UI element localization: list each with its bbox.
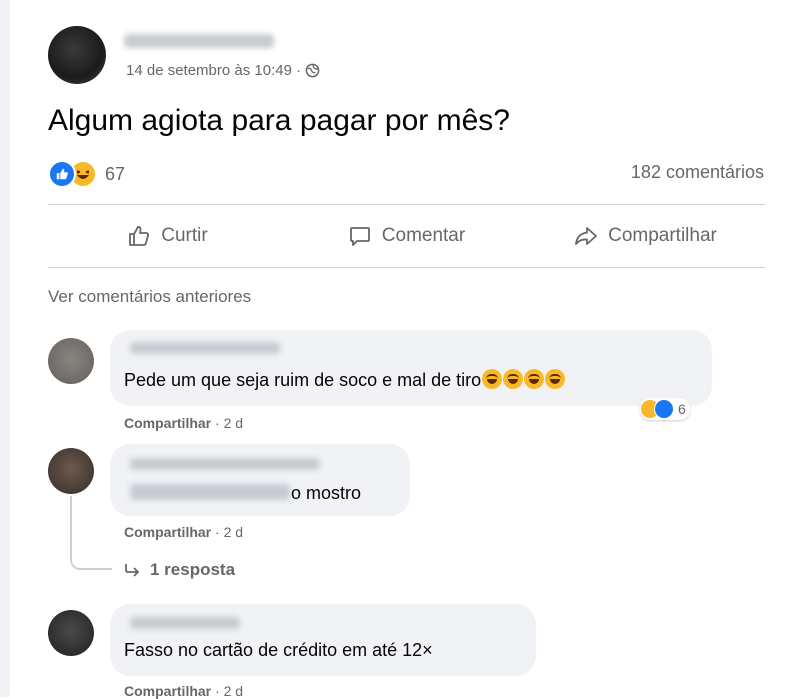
commenter-name-blurred[interactable] bbox=[130, 458, 320, 470]
comments-count-link[interactable]: 182 comentários bbox=[631, 162, 764, 183]
page-background bbox=[0, 0, 10, 697]
share-icon bbox=[575, 227, 598, 245]
post-card: 14 de setembro às 10:49 · Algum agiota p… bbox=[10, 0, 790, 699]
thumbs-up-icon bbox=[129, 226, 150, 246]
comment-meta: Compartilhar · 2 d bbox=[124, 524, 243, 540]
comment-text: Fasso no cartão de crédito em até 12× bbox=[124, 640, 433, 660]
comment-text: o mostro bbox=[291, 483, 362, 503]
commenter-avatar[interactable] bbox=[48, 448, 94, 494]
author-avatar[interactable] bbox=[48, 26, 106, 84]
commenter-avatar[interactable] bbox=[48, 338, 94, 384]
commenter-avatar[interactable] bbox=[48, 610, 94, 656]
view-replies-link[interactable]: 1 resposta bbox=[124, 560, 235, 580]
comment-share-link[interactable]: Compartilhar bbox=[124, 524, 211, 540]
share-button[interactable]: Compartilhar bbox=[526, 206, 765, 266]
comment-age: · 2 d bbox=[215, 524, 244, 540]
reply-thread-line bbox=[70, 496, 112, 570]
share-label: Compartilhar bbox=[608, 225, 717, 246]
comment-reactions[interactable]: 6 bbox=[640, 398, 690, 420]
comment-reaction-count: 6 bbox=[678, 401, 686, 417]
comment-age: · 2 d bbox=[215, 415, 244, 431]
comment-icon bbox=[349, 227, 370, 246]
like-reaction-icon bbox=[48, 160, 76, 188]
comment-label: Comentar bbox=[381, 225, 466, 246]
commenter-name-blurred[interactable] bbox=[130, 342, 280, 354]
comment-text: Pede um que seja ruim de soco e mal de t… bbox=[124, 369, 566, 391]
reply-arrow-icon bbox=[125, 564, 140, 577]
post-timestamp[interactable]: 14 de setembro às 10:49 · bbox=[126, 62, 301, 79]
divider bbox=[48, 267, 765, 268]
author-name-blurred[interactable] bbox=[124, 34, 274, 48]
like-label: Curtir bbox=[161, 225, 208, 246]
post-text: Algum agiota para pagar por mês? bbox=[48, 104, 510, 137]
comment-text-blurred bbox=[130, 484, 290, 500]
comment-bubble bbox=[110, 444, 410, 516]
reaction-count: 67 bbox=[105, 163, 126, 184]
post-actions: Curtir Comentar Compartilhar bbox=[48, 206, 765, 266]
globe-icon bbox=[305, 63, 320, 78]
divider bbox=[48, 204, 765, 205]
comment-meta: Compartilhar · 2 d bbox=[124, 415, 243, 431]
like-reaction-icon bbox=[654, 399, 674, 419]
comment-text-content: Pede um que seja ruim de soco e mal de t… bbox=[124, 370, 482, 390]
like-button[interactable]: Curtir bbox=[48, 206, 287, 266]
commenter-name-blurred[interactable] bbox=[130, 617, 240, 629]
comment-button[interactable]: Comentar bbox=[287, 206, 526, 266]
comment-share-link[interactable]: Compartilhar bbox=[124, 415, 211, 431]
reaction-summary[interactable]: 67 bbox=[48, 160, 125, 188]
view-previous-comments-link[interactable]: Ver comentários anteriores bbox=[48, 287, 251, 307]
replies-count: 1 resposta bbox=[150, 560, 236, 579]
post-meta: 14 de setembro às 10:49 · bbox=[126, 62, 320, 79]
laughing-emoji-icon bbox=[481, 369, 566, 390]
